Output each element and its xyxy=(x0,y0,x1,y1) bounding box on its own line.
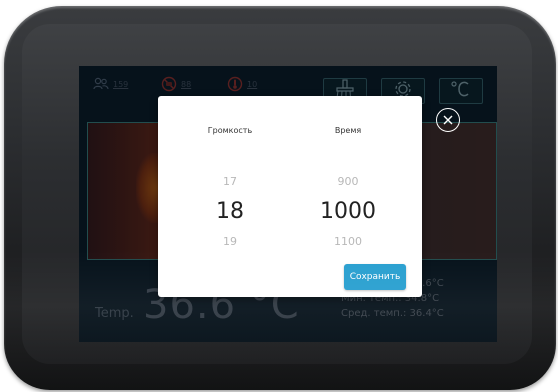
save-button[interactable]: Сохранить xyxy=(344,264,406,290)
time-option-selected[interactable]: 1000 xyxy=(298,199,398,224)
close-dialog-button[interactable] xyxy=(436,108,460,132)
time-title: Время xyxy=(334,126,362,135)
time-option-prev[interactable]: 900 xyxy=(298,175,398,188)
close-icon xyxy=(442,111,454,130)
volume-title: Громкость xyxy=(207,126,253,135)
volume-option-selected[interactable]: 18 xyxy=(180,199,280,224)
settings-dialog: Громкость Время 17 18 19 900 1000 1100 С… xyxy=(158,96,422,297)
time-option-next[interactable]: 1100 xyxy=(298,235,398,248)
volume-option-prev[interactable]: 17 xyxy=(180,175,280,188)
volume-option-next[interactable]: 19 xyxy=(180,235,280,248)
